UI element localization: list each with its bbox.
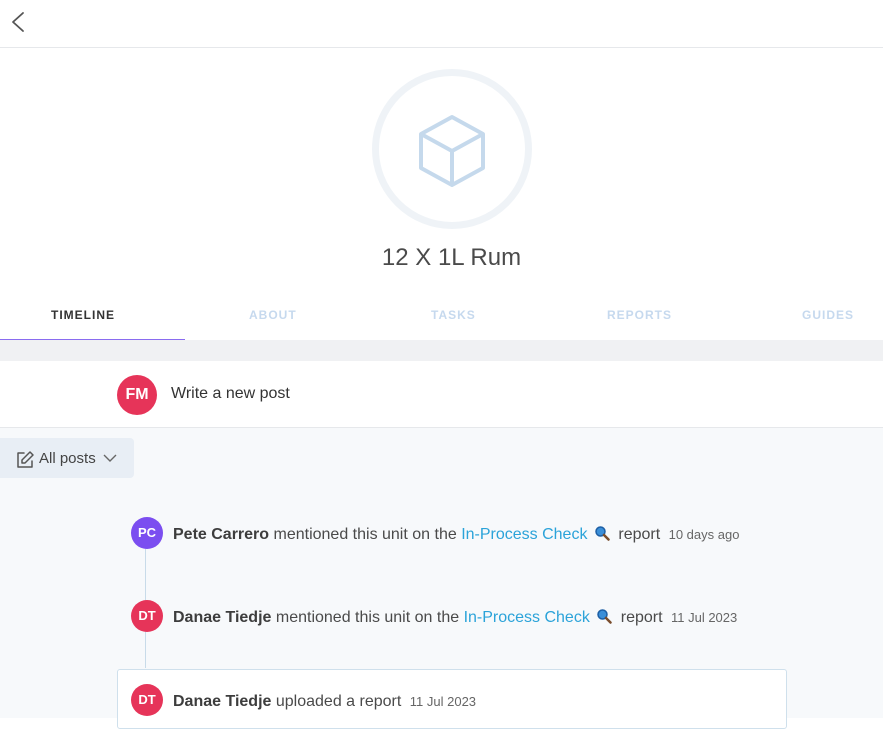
- timeline-feed: All posts PC Pete Carrero mentioned this…: [0, 428, 883, 729]
- tab-guides[interactable]: GUIDES: [802, 308, 854, 322]
- post-composer: FM Write a new post: [0, 361, 883, 428]
- top-bar: [0, 0, 883, 48]
- tab-tasks[interactable]: TASKS: [431, 308, 476, 322]
- entry-action: mentioned this unit on the: [273, 526, 457, 543]
- user-name[interactable]: Danae Tiedje: [173, 609, 271, 626]
- timestamp: 11 Jul 2023: [409, 694, 477, 709]
- user-name[interactable]: Danae Tiedje: [173, 693, 271, 710]
- unit-title: 12 X 1L Rum: [381, 244, 522, 271]
- timestamp: 11 Jul 2023: [670, 610, 738, 625]
- chevron-left-icon: [12, 12, 24, 32]
- magnifier-icon: [595, 526, 610, 541]
- entry-suffix: report: [620, 609, 663, 626]
- timestamp: 10 days ago: [668, 527, 740, 542]
- timeline-entry: DT Danae Tiedje mentioned this unit on t…: [0, 600, 883, 634]
- magnifier-icon: [597, 609, 613, 624]
- entry-action: mentioned this unit on the: [275, 609, 460, 626]
- unit-header: 12 X 1L Rum: [0, 48, 883, 292]
- new-post-input[interactable]: Write a new post: [171, 385, 290, 403]
- avatar: DT: [131, 684, 163, 716]
- report-card[interactable]: DT Danae Tiedje uploaded a report 11 Jul…: [117, 669, 787, 729]
- chevron-down-icon: [103, 454, 117, 462]
- tab-reports[interactable]: REPORTS: [607, 308, 672, 322]
- tab-bar: TIMELINE ABOUT TASKS REPORTS GUIDES: [0, 292, 883, 344]
- report-link[interactable]: In-Process Check: [464, 609, 590, 626]
- cube-icon: [419, 115, 485, 187]
- avatar: DT: [131, 600, 163, 632]
- edit-icon: [17, 451, 34, 468]
- unit-image: [372, 69, 532, 229]
- entry-suffix: report: [618, 526, 661, 543]
- entry-text: Pete Carrero mentioned this unit on the …: [173, 525, 739, 544]
- tab-about[interactable]: ABOUT: [249, 308, 297, 322]
- tab-timeline[interactable]: TIMELINE: [51, 308, 115, 322]
- entry-action: uploaded a report: [275, 693, 402, 710]
- user-name[interactable]: Pete Carrero: [173, 526, 269, 543]
- filter-label: All posts: [39, 450, 96, 467]
- avatar: FM: [117, 375, 157, 415]
- back-button[interactable]: [8, 8, 30, 36]
- tab-divider: [0, 340, 883, 361]
- posts-filter-dropdown[interactable]: All posts: [0, 438, 134, 478]
- timeline-entry: PC Pete Carrero mentioned this unit on t…: [0, 517, 883, 551]
- avatar: PC: [131, 517, 163, 549]
- entry-text: Danae Tiedje uploaded a report 11 Jul 20…: [173, 693, 476, 711]
- entry-text: Danae Tiedje mentioned this unit on the …: [173, 608, 737, 627]
- report-link[interactable]: In-Process Check: [461, 526, 587, 543]
